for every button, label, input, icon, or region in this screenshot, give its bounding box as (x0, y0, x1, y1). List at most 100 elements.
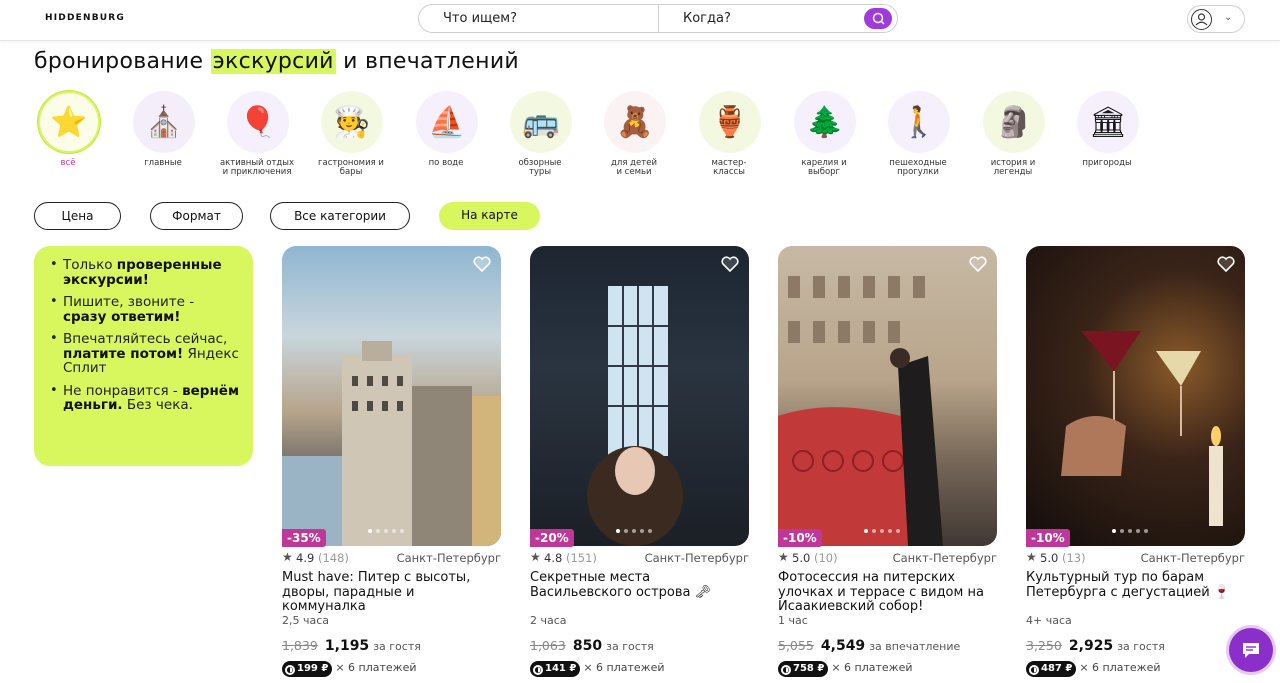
heart-icon[interactable] (473, 256, 491, 272)
tour-photo[interactable] (530, 246, 749, 546)
pager-dot[interactable] (1136, 529, 1140, 533)
price-unit: за гостя (373, 640, 421, 653)
review-count: (148) (317, 551, 349, 565)
search-when-placeholder: Когда? (683, 11, 731, 26)
tour-card[interactable]: -10% ★ 5.0 (13) Санкт-Петербург Культурн… (1026, 246, 1246, 677)
pager-dot[interactable] (648, 529, 652, 533)
price-row: 1,839 1,195 за гостя (282, 635, 501, 654)
category-circle: 🧑‍🍳 (321, 91, 383, 153)
search-when-field[interactable]: Когда? (659, 5, 897, 32)
split-payment: ◐ 487 ₽ × 6 платежей (1026, 656, 1161, 677)
photo-pager[interactable] (864, 529, 900, 533)
city: Санкт-Петербург (396, 551, 501, 565)
split-logo-icon: ◐ (1029, 665, 1039, 675)
pager-dot[interactable] (624, 529, 628, 533)
pager-dot[interactable] (864, 529, 868, 533)
tour-card[interactable]: -20% ★ 4.8 (151) Санкт-Петербург Секретн… (530, 246, 750, 677)
tour-title[interactable]: Секретные места Васильевского острова 🗝 (530, 570, 749, 600)
discount-badge: -35% (282, 529, 326, 547)
search-what-placeholder: Что ищем? (443, 11, 517, 26)
heart-icon[interactable] (1217, 256, 1235, 272)
pager-dot[interactable] (632, 529, 636, 533)
filter-format[interactable]: Формат (150, 202, 243, 230)
star-icon: ★ (1026, 550, 1037, 564)
discount-badge: -10% (1026, 529, 1070, 547)
category-circle: 🚶 (888, 91, 950, 153)
rating: 4.9 (148) (296, 551, 349, 565)
tour-title[interactable]: Фотосессия на питерских улочках и террас… (778, 570, 997, 615)
boat-icon: ⛵ (428, 104, 466, 140)
site-logo[interactable]: HIDDENBURG (45, 13, 125, 23)
photo-courtyard (587, 286, 683, 546)
duration: 2,5 часа (282, 614, 330, 627)
star-icon: ⭐ (50, 104, 88, 140)
tour-photo[interactable] (282, 246, 501, 546)
search-button[interactable] (864, 8, 892, 29)
user-menu-button[interactable]: ⌄ (1187, 5, 1245, 33)
price-row: 5,055 4,549 за впечатление (778, 635, 997, 654)
category-circle: 🏺 (699, 91, 761, 153)
search-what-field[interactable]: Что ищем? (419, 5, 659, 32)
split-badge: ◐ 141 ₽ (530, 661, 581, 677)
star-icon: ★ (282, 550, 293, 564)
pager-dot[interactable] (640, 529, 644, 533)
rating-value: 5.0 (1040, 551, 1059, 565)
category-bar: ⭐ всё ⛪ главные 🎈 активный отдых и прикл… (0, 88, 1280, 183)
pager-dot[interactable] (1112, 529, 1116, 533)
tour-card[interactable]: -35% ★ 4.9 (148) Санкт-Петербург Must ha… (282, 246, 502, 677)
search-bar: Что ищем? Когда? (418, 4, 898, 33)
price-row: 1,063 850 за гостя (530, 635, 749, 654)
pager-dot[interactable] (880, 529, 884, 533)
photo-pager[interactable] (368, 529, 404, 533)
site-header: HIDDENBURG Что ищем? Когда? ⌄ (0, 0, 1280, 41)
pager-dot[interactable] (1128, 529, 1132, 533)
tour-photo[interactable] (1026, 246, 1245, 546)
tour-photo[interactable] (778, 246, 997, 546)
tour-title[interactable]: Культурный тур по барам Петербурга с дег… (1026, 570, 1245, 600)
pager-dot[interactable] (392, 529, 396, 533)
pager-dot[interactable] (384, 529, 388, 533)
split-text: × 6 платежей (831, 661, 913, 674)
heart-icon[interactable] (969, 256, 987, 272)
filter-price[interactable]: Цена (34, 202, 121, 230)
pager-dot[interactable] (368, 529, 372, 533)
title-highlight: экскурсий (210, 49, 336, 74)
pager-dot[interactable] (888, 529, 892, 533)
pager-dot[interactable] (1144, 529, 1148, 533)
photo-cocktails (1061, 331, 1223, 526)
category-label: история и легенды (990, 158, 1036, 177)
split-amount: 199 ₽ (297, 663, 329, 674)
category-label: обзорные туры (518, 158, 562, 177)
pager-dot[interactable] (872, 529, 876, 533)
title-suffix: и впечатлений (335, 49, 520, 74)
pager-dot[interactable] (400, 529, 404, 533)
rating: 5.0 (13) (1040, 551, 1086, 565)
filter-all-categories[interactable]: Все категории (270, 202, 410, 230)
on-map-button[interactable]: На карте (439, 202, 540, 230)
potter-icon: 🏺 (711, 104, 749, 140)
chat-button[interactable] (1229, 628, 1273, 672)
new-price: 2,925 (1068, 638, 1114, 654)
heart-icon[interactable] (721, 256, 739, 272)
split-badge: ◐ 199 ₽ (282, 661, 333, 677)
tour-card[interactable]: -10% ★ 5.0 (10) Санкт-Петербург Фотосесс… (778, 246, 998, 677)
promo-text: Без чека. (122, 397, 193, 413)
tour-title[interactable]: Must have: Питер с высоты, дворы, парадн… (282, 570, 501, 615)
photo-pager[interactable] (616, 529, 652, 533)
pager-dot[interactable] (896, 529, 900, 533)
price-unit: за впечатление (869, 640, 961, 653)
split-payment: ◐ 758 ₽ × 6 платежей (778, 656, 913, 677)
category-label: всё (60, 158, 76, 168)
pager-dot[interactable] (376, 529, 380, 533)
card-meta: ★ 5.0 (10) Санкт-Петербург (778, 550, 997, 566)
category-circle: 🧸 (604, 91, 666, 153)
split-text: × 6 платежей (583, 661, 665, 674)
pager-dot[interactable] (616, 529, 620, 533)
photo-pager[interactable] (1112, 529, 1148, 533)
pager-dot[interactable] (1120, 529, 1124, 533)
new-price: 4,549 (820, 638, 866, 654)
duration: 4+ часа (1026, 614, 1072, 627)
old-price: 3,250 (1026, 638, 1062, 653)
split-badge: ◐ 487 ₽ (1026, 661, 1077, 677)
category-circle: 🎈 (227, 91, 289, 153)
